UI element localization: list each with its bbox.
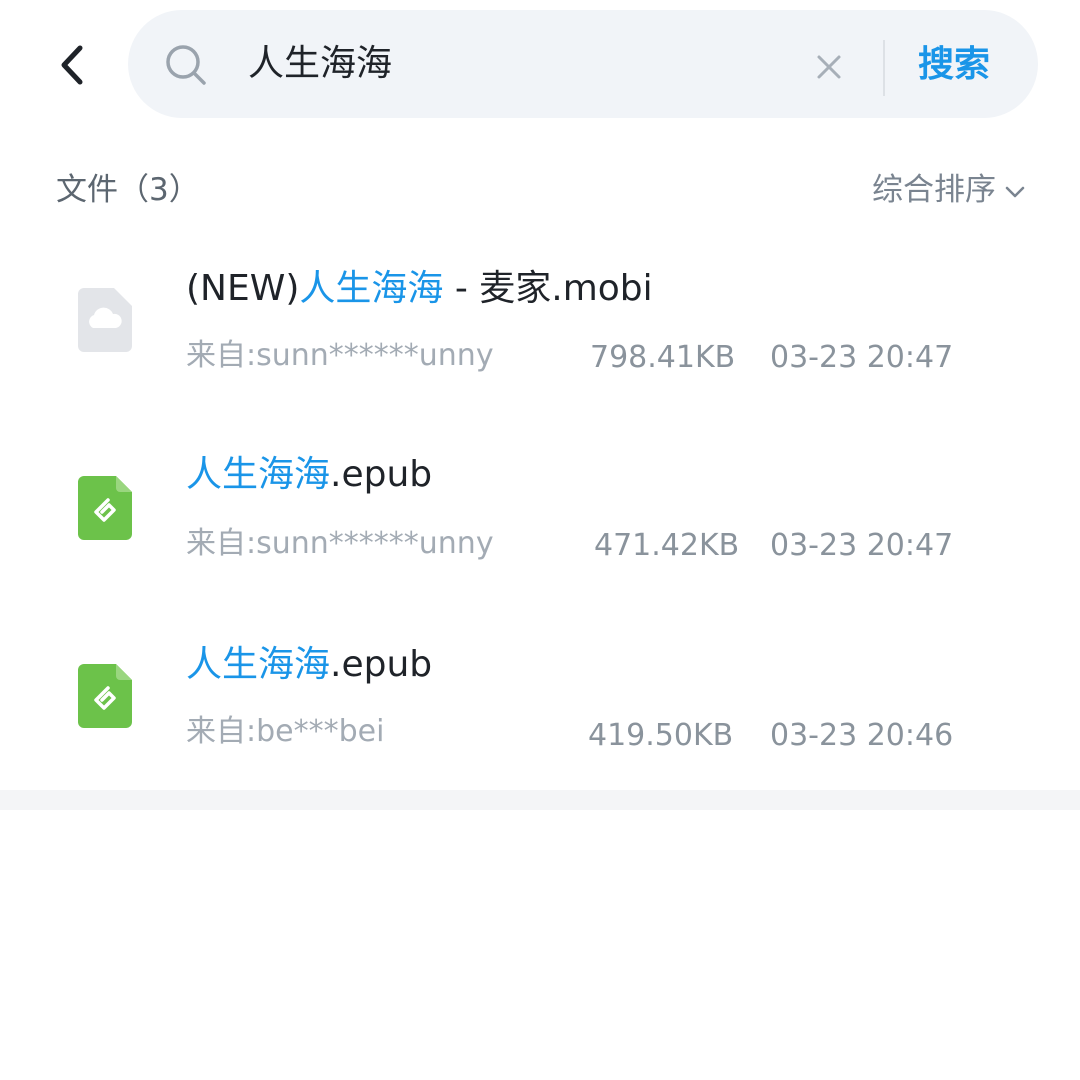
file-source: 来自:sunn******unny	[186, 526, 494, 561]
clear-icon[interactable]	[816, 54, 842, 80]
file-size: 798.41KB	[590, 340, 736, 375]
search-bar: 搜索	[128, 10, 1038, 118]
search-icon	[166, 45, 206, 85]
results-count: 文件（3）	[56, 172, 200, 208]
epub-file-icon	[78, 476, 132, 540]
chevron-down-icon	[1005, 186, 1025, 197]
search-input[interactable]	[248, 34, 808, 94]
search-divider	[883, 40, 885, 96]
chevron-left-icon	[61, 45, 83, 85]
file-time: 03-23 20:46	[770, 718, 954, 753]
file-size: 419.50KB	[588, 718, 734, 753]
search-submit-button[interactable]: 搜索	[918, 40, 990, 90]
section-divider	[0, 790, 1080, 810]
sort-dropdown[interactable]: 综合排序	[872, 164, 1026, 209]
file-row[interactable]: 人生海海.epub 来自:be***bei 419.50KB 03-23 20:…	[0, 630, 1080, 800]
back-button[interactable]	[52, 40, 96, 90]
cloud-file-icon	[78, 288, 132, 352]
epub-file-icon	[78, 664, 132, 728]
file-name: 人生海海.epub	[186, 644, 433, 685]
file-row[interactable]: (NEW)人生海海 - 麦家.mobi 来自:sunn******unny 79…	[0, 250, 1080, 420]
file-name: 人生海海.epub	[186, 454, 433, 495]
results-header: 文件（3） 综合排序	[56, 160, 1026, 210]
file-time: 03-23 20:47	[770, 340, 954, 375]
file-source: 来自:sunn******unny	[186, 338, 494, 373]
file-source: 来自:be***bei	[186, 714, 385, 749]
file-size: 471.42KB	[594, 528, 740, 563]
file-time: 03-23 20:47	[770, 528, 954, 563]
sort-label: 综合排序	[872, 172, 996, 208]
search-header: 搜索	[0, 0, 1080, 130]
file-row[interactable]: 人生海海.epub 来自:sunn******unny 471.42KB 03-…	[0, 440, 1080, 610]
file-name: (NEW)人生海海 - 麦家.mobi	[186, 268, 653, 309]
